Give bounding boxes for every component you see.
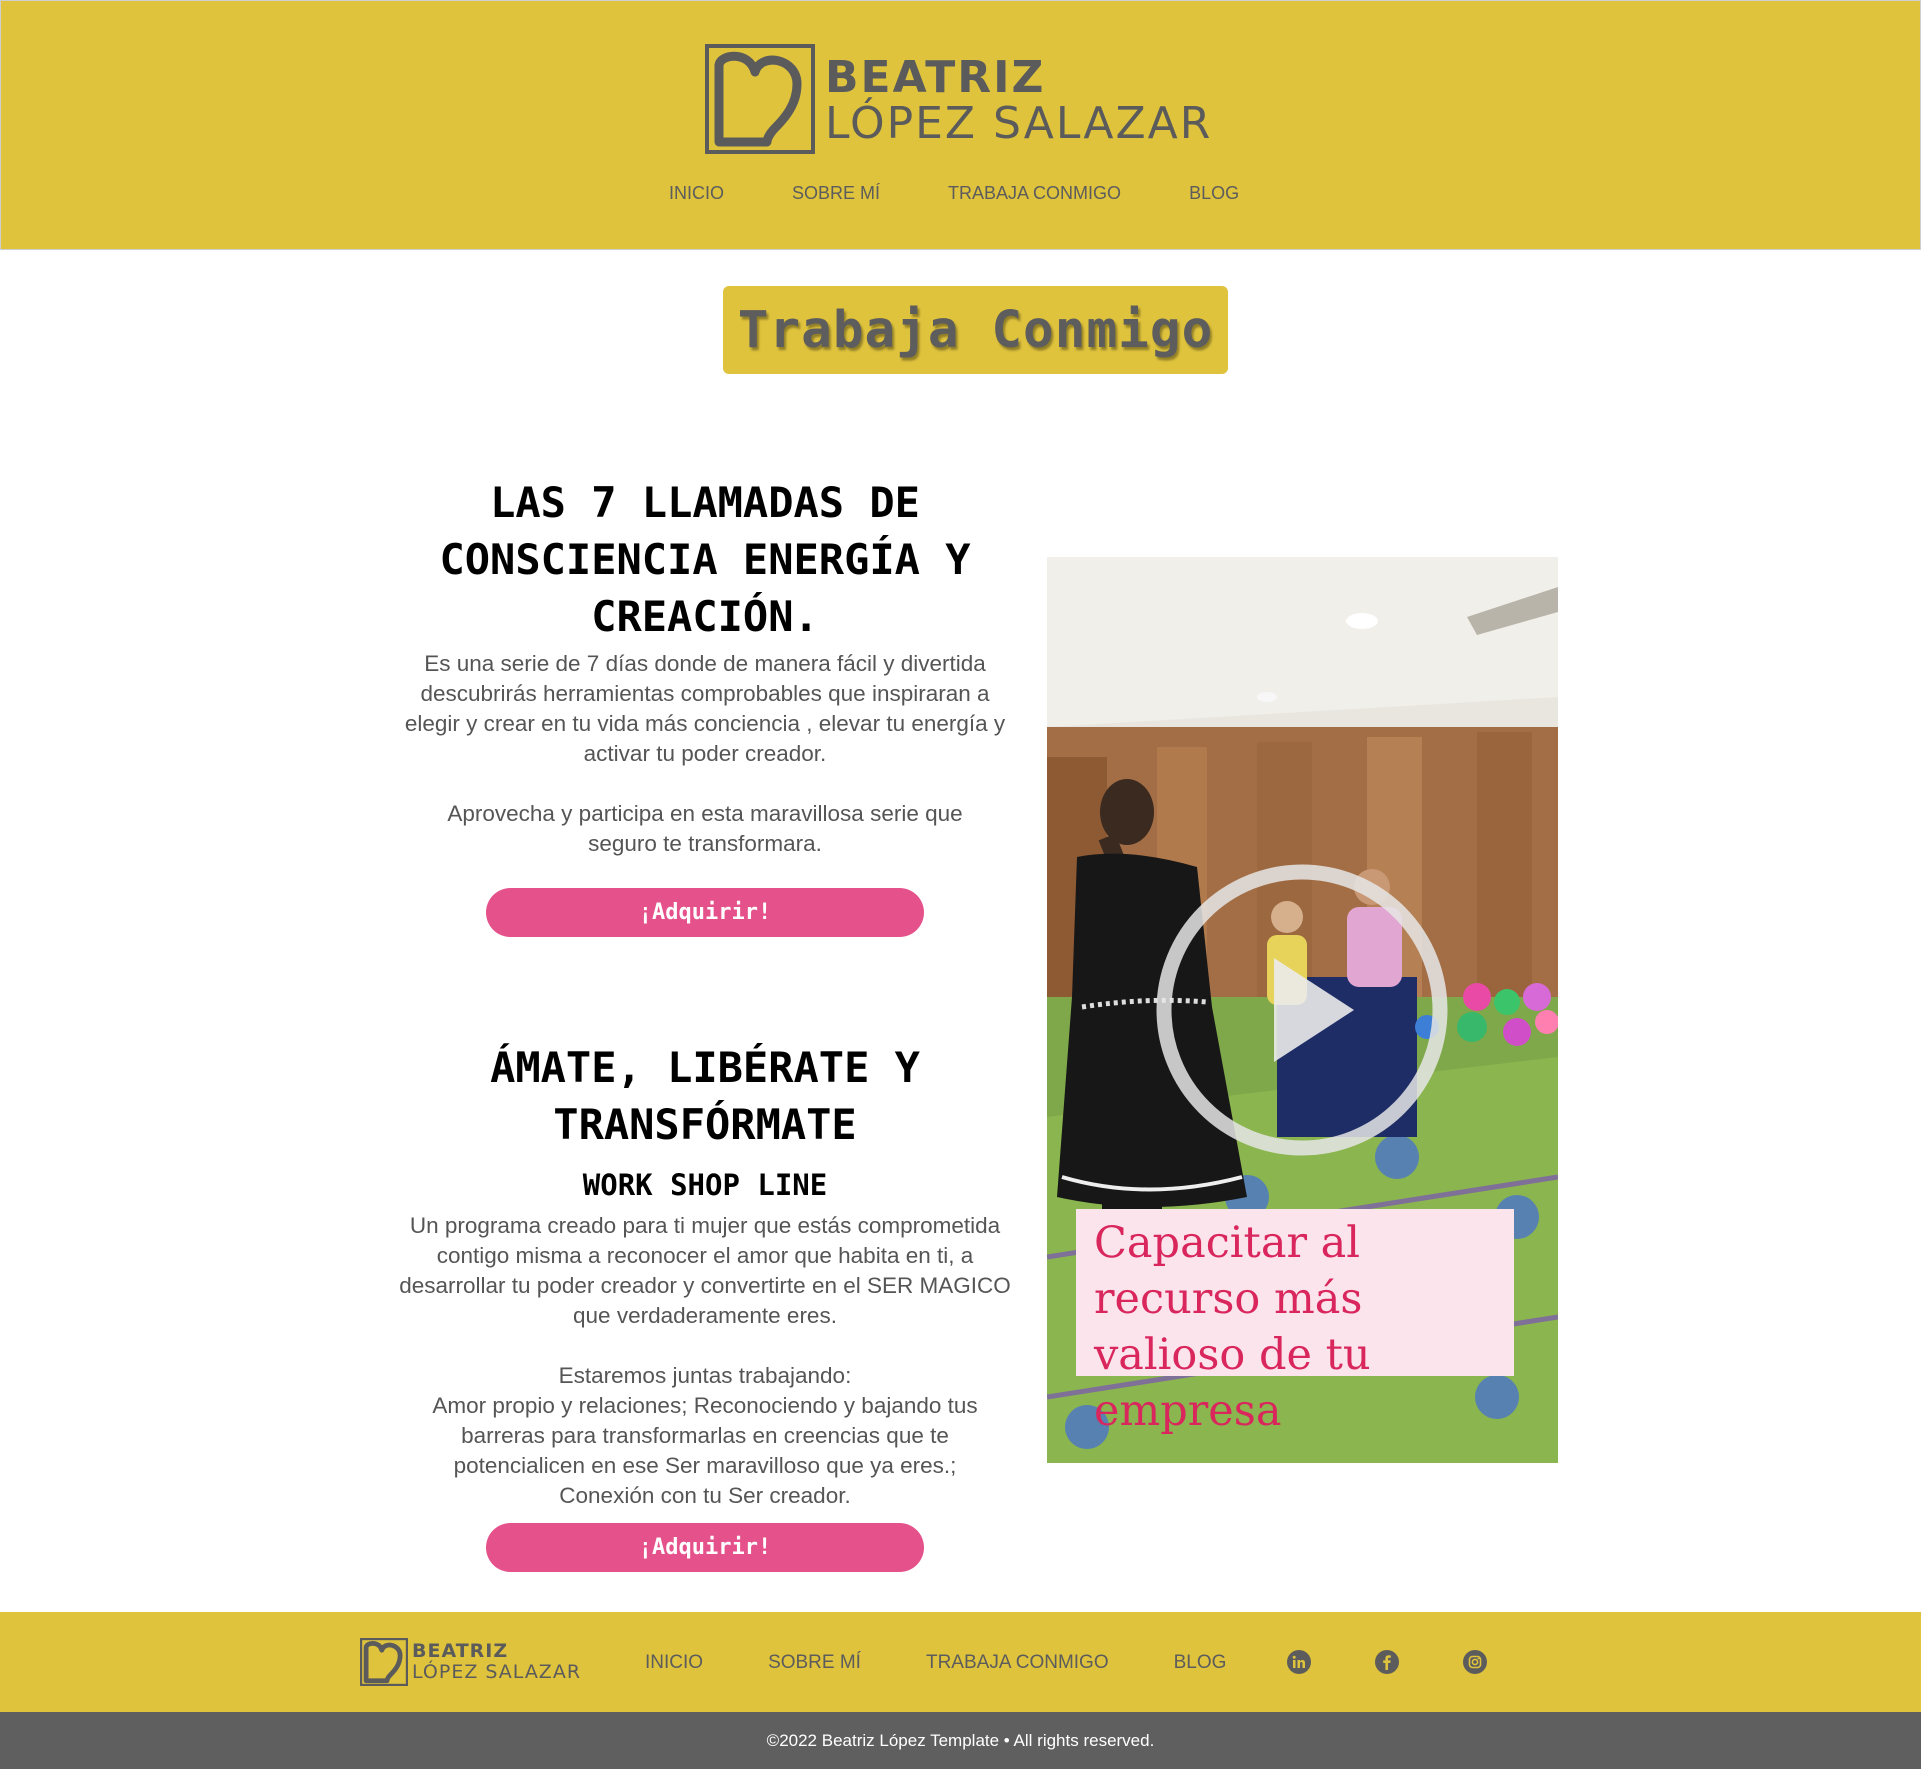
buy-workshop-button[interactable]: ¡Adquirir!	[486, 1523, 924, 1572]
facebook-icon[interactable]	[1375, 1650, 1399, 1674]
footer-nav: INICIO SOBRE MÍ TRABAJA CONMIGO BLOG	[645, 1652, 1226, 1674]
instagram-icon[interactable]	[1463, 1650, 1487, 1674]
footer-logo-line1: BEATRIZ	[412, 1640, 509, 1662]
buy-llamadas-button[interactable]: ¡Adquirir!	[486, 888, 924, 937]
footer-nav-trabaja-conmigo[interactable]: TRABAJA CONMIGO	[926, 1652, 1109, 1674]
main-nav: INICIO SOBRE MÍ TRABAJA CONMIGO BLOG	[669, 183, 1239, 204]
heart-logo-icon	[360, 1638, 408, 1686]
footer-nav-sobre-mi[interactable]: SOBRE MÍ	[768, 1652, 861, 1674]
footer-bottom-bar: ©2022 Beatriz López Template • All right…	[0, 1712, 1921, 1769]
footer-nav-inicio[interactable]: INICIO	[645, 1652, 703, 1674]
offer-workshop-subtitle: WORK SHOP LINE	[582, 1168, 828, 1202]
nav-blog[interactable]: BLOG	[1189, 183, 1239, 204]
page-title-box: Trabaja Conmigo	[723, 286, 1228, 374]
nav-sobre-mi[interactable]: SOBRE MÍ	[792, 183, 880, 204]
offer-workshop-description: Un programa creado para ti mujer que est…	[399, 1213, 1011, 1328]
logo-name-line2: LÓPEZ SALAZAR	[825, 98, 1213, 149]
footer-nav-blog[interactable]: BLOG	[1174, 1652, 1227, 1674]
logo-name-line1: BEATRIZ	[825, 52, 1046, 103]
footer-logo-line2: LÓPEZ SALAZAR	[412, 1661, 582, 1683]
offer-workshop-details: Estaremos juntas trabajando: Amor propio…	[432, 1363, 978, 1508]
site-header: BEATRIZ LÓPEZ SALAZAR INICIO SOBRE MÍ TR…	[0, 0, 1921, 250]
footer-logo[interactable]: BEATRIZ LÓPEZ SALAZAR	[360, 1638, 581, 1686]
video-player[interactable]: Capacitar al recurso más valioso de tu e…	[1047, 557, 1558, 1463]
site-footer: BEATRIZ LÓPEZ SALAZAR INICIO SOBRE MÍ TR…	[0, 1612, 1921, 1712]
play-icon[interactable]	[1152, 860, 1452, 1160]
site-logo[interactable]: BEATRIZ LÓPEZ SALAZAR	[705, 44, 1212, 154]
offer-llamadas: LAS 7 LLAMADAS DE CONSCIENCIA ENERGÍA Y …	[380, 474, 1030, 859]
offer-llamadas-title: LAS 7 LLAMADAS DE CONSCIENCIA ENERGÍA Y …	[439, 478, 971, 641]
offer-llamadas-note: Aprovecha y participa en esta maravillos…	[447, 801, 963, 856]
offer-workshop-title: ÁMATE, LIBÉRATE Y TRANSFÓRMATE	[490, 1043, 920, 1149]
nav-trabaja-conmigo[interactable]: TRABAJA CONMIGO	[948, 183, 1121, 204]
page-title: Trabaja Conmigo	[737, 300, 1214, 360]
copyright-text: ©2022 Beatriz López Template • All right…	[766, 1730, 1155, 1750]
heart-logo-icon	[705, 44, 815, 154]
video-caption: Capacitar al recurso más valioso de tu e…	[1076, 1209, 1514, 1436]
linkedin-icon[interactable]	[1287, 1650, 1311, 1674]
offer-workshop: ÁMATE, LIBÉRATE Y TRANSFÓRMATE WORK SHOP…	[380, 1039, 1030, 1511]
offer-llamadas-description: Es una serie de 7 días donde de manera f…	[404, 651, 1006, 766]
nav-inicio[interactable]: INICIO	[669, 183, 724, 204]
